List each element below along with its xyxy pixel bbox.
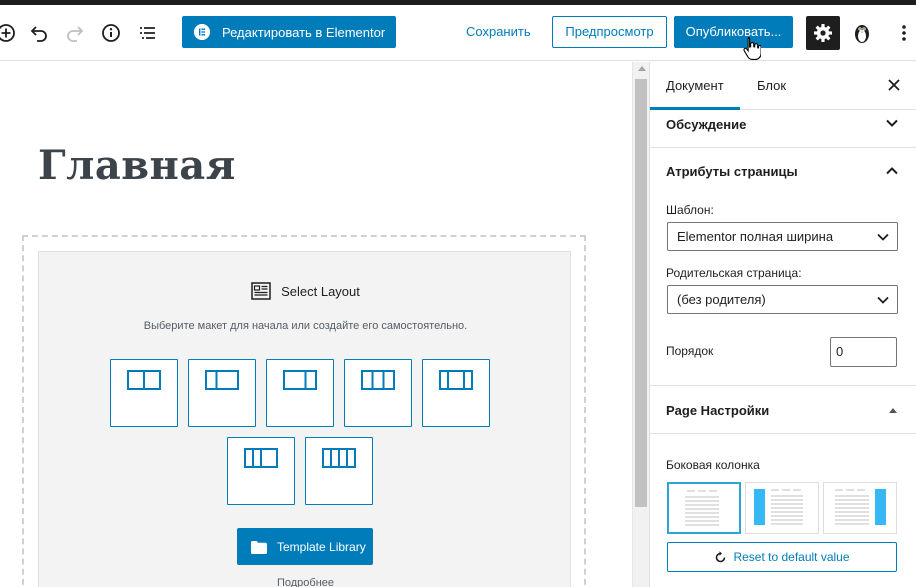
layout-option-1[interactable] [110, 359, 178, 427]
gear-icon [814, 24, 832, 42]
editor-scrollbar-thumb[interactable] [635, 79, 647, 507]
redo-icon[interactable] [63, 21, 87, 45]
editor-toolbar: Редактировать в Elementor Сохранить Пред… [0, 5, 916, 61]
select-layout-header: Select Layout [39, 282, 572, 300]
reset-default-label: Reset to default value [733, 550, 850, 564]
info-icon[interactable] [99, 21, 123, 45]
layout-option-2[interactable] [188, 359, 256, 427]
save-draft-button[interactable]: Сохранить [458, 16, 539, 48]
discussion-panel-title: Обсуждение [666, 117, 747, 132]
template-library-button[interactable]: Template Library [237, 528, 373, 565]
sidebar-layout-label: Боковая колонка [666, 458, 760, 472]
dropdown-chevron-icon [877, 233, 889, 241]
dropdown-chevron-icon [877, 296, 889, 304]
layout-icon [251, 282, 271, 300]
list-view-icon[interactable] [135, 21, 159, 45]
preview-button[interactable]: Предпросмотр [552, 16, 667, 48]
tab-document[interactable]: Документ [650, 62, 740, 110]
more-vertical-icon[interactable] [892, 21, 916, 45]
layout-option-7[interactable] [305, 437, 373, 505]
folder-icon [251, 541, 267, 554]
template-library-label: Template Library [277, 539, 366, 554]
no-sidebar-option[interactable] [667, 482, 741, 534]
settings-sidebar: Документ Блок Обсуждение Атрибуты страни… [649, 62, 916, 587]
select-layout-title: Select Layout [281, 283, 360, 299]
close-icon[interactable] [887, 78, 901, 97]
edit-with-elementor-label: Редактировать в Elementor [222, 24, 386, 40]
layout-option-4[interactable] [344, 359, 412, 427]
chevron-up-icon[interactable] [885, 164, 899, 183]
parent-page-select-value: (без родителя) [677, 292, 766, 307]
plus-circle-icon[interactable] [0, 21, 18, 45]
layout-option-5[interactable] [422, 359, 490, 427]
template-label: Шаблон: [666, 203, 714, 217]
select-layout-subtitle: Выберите макет для начала или создайте е… [143, 320, 468, 332]
template-select-value: Elementor полная ширина [677, 229, 834, 244]
template-select[interactable]: Elementor полная ширина [667, 222, 898, 251]
chevron-down-icon[interactable] [885, 116, 899, 135]
page-settings-title: Page Настройки [666, 403, 770, 418]
elementor-logo-icon [194, 24, 210, 40]
page-attributes-panel: Атрибуты страницы Шаблон: Elementor полн… [650, 148, 916, 386]
publish-button[interactable]: Опубликовать... [674, 16, 793, 48]
undo-icon[interactable] [27, 21, 51, 45]
parent-page-label: Родительская страница: [666, 266, 802, 280]
settings-button[interactable] [806, 16, 840, 50]
page-attributes-title[interactable]: Атрибуты страницы [666, 164, 798, 179]
collapse-triangle-icon[interactable] [887, 403, 899, 421]
select-layout-block: Select Layout Выберите макет для начала … [38, 251, 571, 587]
order-input[interactable]: 0 [830, 337, 897, 367]
editor-canvas: Главная Select Layout Выберите макет для… [0, 62, 632, 587]
sidebar-tabs: Документ Блок [650, 62, 916, 110]
edit-with-elementor-button[interactable]: Редактировать в Elementor [182, 16, 396, 48]
left-sidebar-option[interactable] [745, 482, 819, 534]
layout-option-3[interactable] [266, 359, 334, 427]
reset-default-button[interactable]: Reset to default value [667, 542, 897, 572]
learn-more-link[interactable]: Подробнее [39, 577, 572, 587]
page-title[interactable]: Главная [38, 142, 236, 189]
tab-block[interactable]: Блок [741, 62, 802, 110]
parent-page-select[interactable]: (без родителя) [667, 285, 898, 314]
order-label: Порядок [666, 344, 714, 358]
discussion-panel[interactable]: Обсуждение [650, 110, 916, 148]
reset-icon [716, 550, 726, 562]
scroll-up-arrow-icon[interactable] [638, 66, 646, 71]
layout-option-6[interactable] [227, 437, 295, 505]
hand-cursor-icon [743, 36, 762, 65]
penguin-icon[interactable] [850, 21, 874, 45]
page-settings-panel[interactable]: Page Настройки [650, 386, 916, 434]
right-sidebar-option[interactable] [823, 482, 897, 534]
